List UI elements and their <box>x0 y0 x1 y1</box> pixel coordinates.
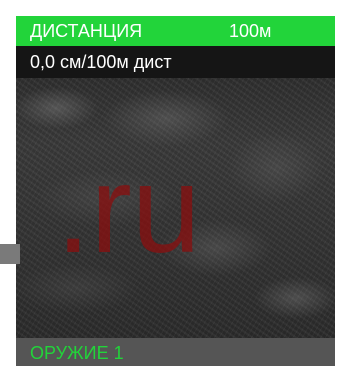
menu-title: ДИСТАНЦИЯ <box>30 21 143 41</box>
watermark-dot <box>0 244 20 264</box>
weapon-profile-bar[interactable]: ОРУЖИЕ 1 <box>16 338 335 366</box>
menu-header[interactable]: ДИСТАНЦИЯ 100м <box>16 16 335 46</box>
watermark: .ru <box>56 141 201 279</box>
info-bar: 0,0 см/100м дист <box>16 46 335 78</box>
weapon-profile-label: ОРУЖИЕ 1 <box>30 343 124 363</box>
correction-readout: 0,0 см/100м дист <box>30 52 172 72</box>
distance-value: 100м <box>229 21 272 41</box>
